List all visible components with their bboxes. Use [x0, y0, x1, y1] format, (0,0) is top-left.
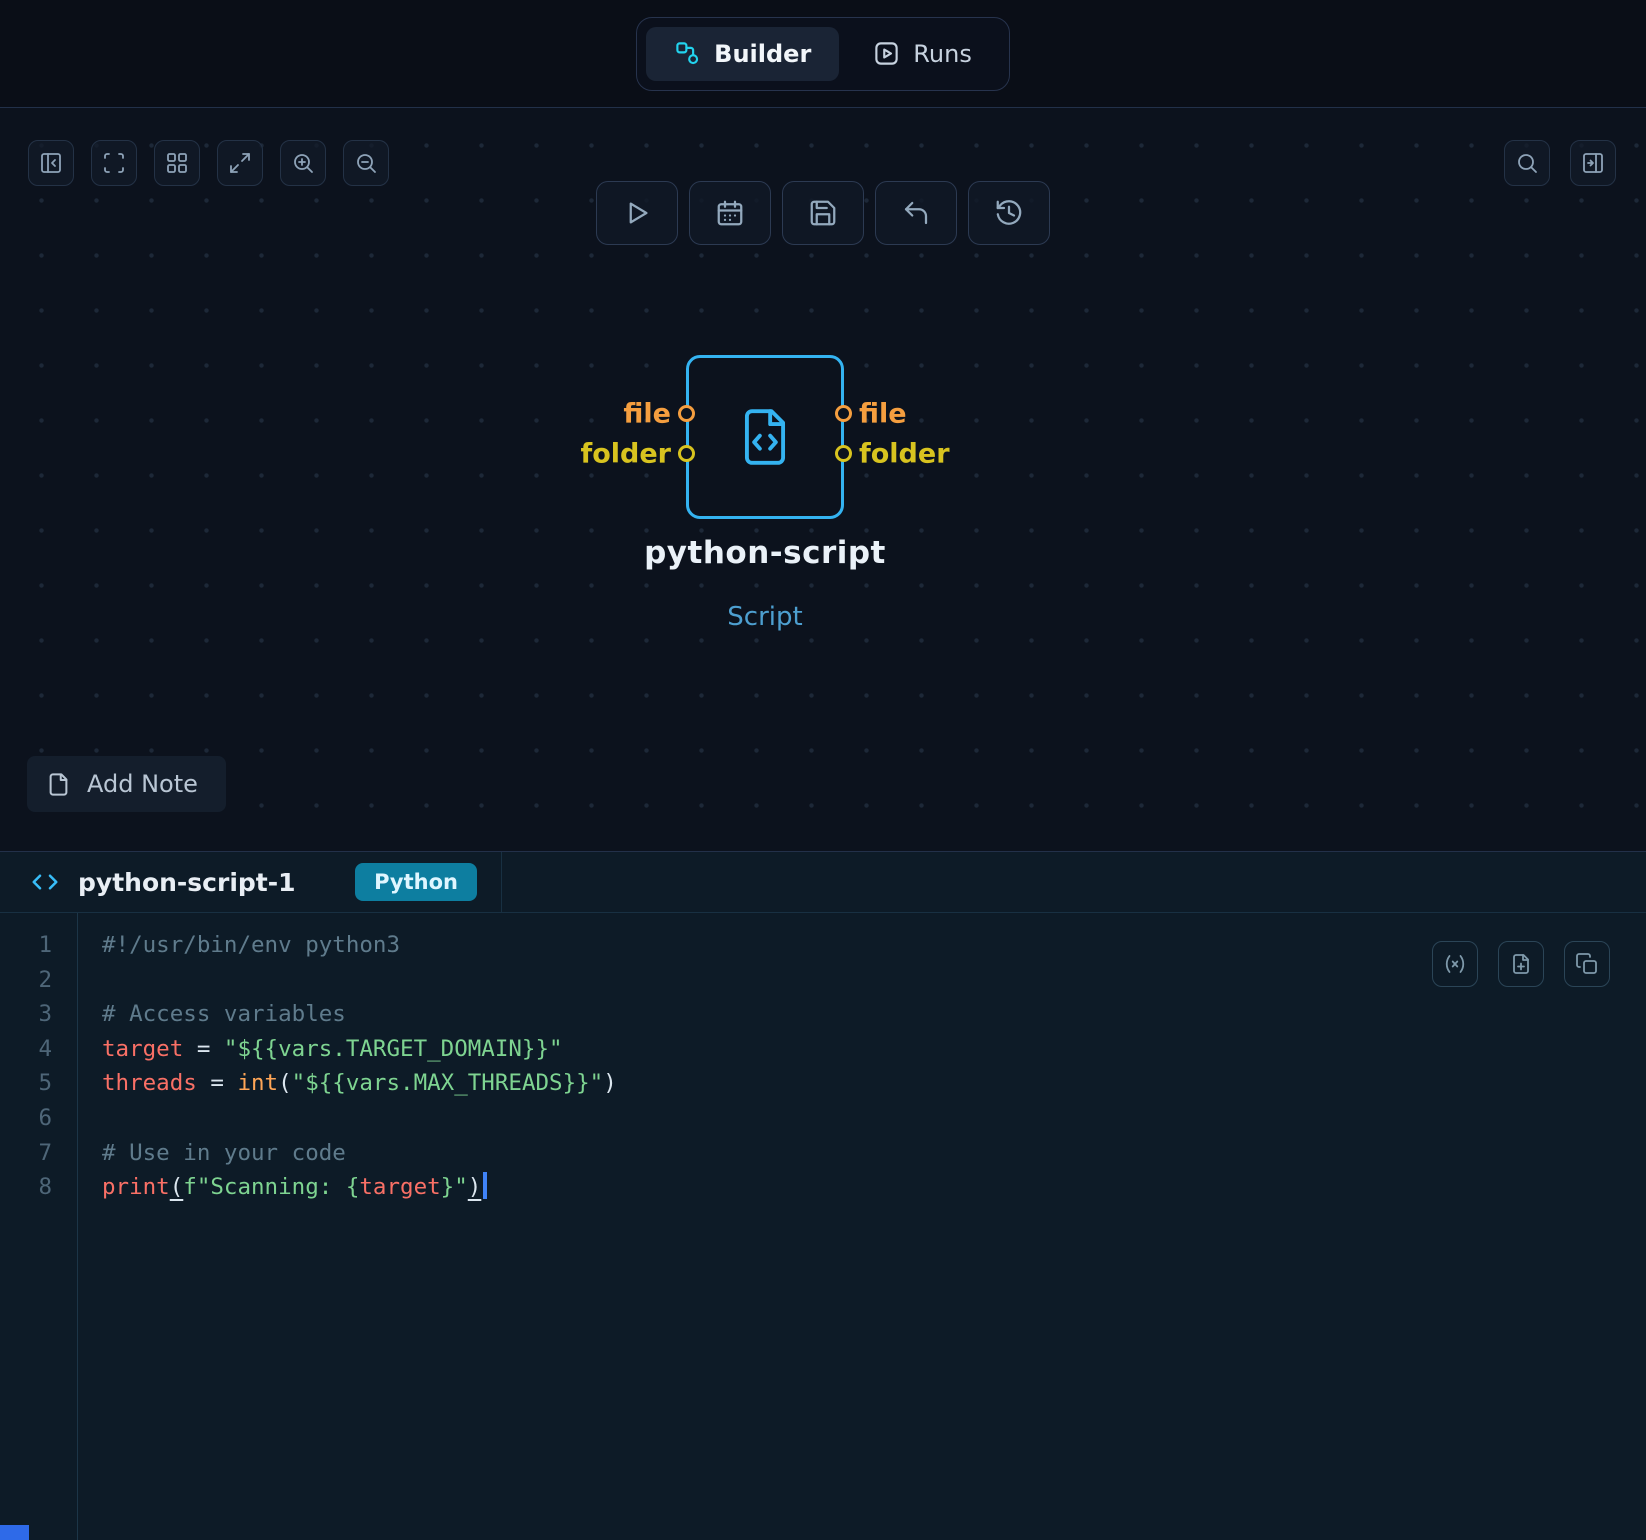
- insert-file-button[interactable]: [1498, 941, 1544, 987]
- editor-node-title: python-script-1: [78, 867, 296, 897]
- run-icon: [629, 202, 648, 224]
- workflow-icon: [676, 42, 699, 65]
- zoom-out-icon: [357, 154, 376, 173]
- line-number: 5: [38, 1070, 52, 1097]
- open-right-panel-icon: [1583, 153, 1603, 173]
- line-number: 6: [38, 1104, 52, 1131]
- output-port-folder[interactable]: [835, 445, 852, 462]
- save-icon: [810, 200, 836, 226]
- layout-grid-icon: [167, 153, 187, 173]
- top-bar: Builder Runs: [0, 0, 1646, 107]
- search-icon: [1518, 154, 1537, 173]
- variables-icon: [1445, 955, 1465, 973]
- note-icon: [49, 772, 68, 796]
- view-tab-switcher: Builder Runs: [636, 16, 1010, 91]
- editor-header: python-script-1 Python: [0, 852, 1646, 913]
- zoom-in-button[interactable]: [280, 140, 326, 186]
- line-number: 2: [38, 966, 52, 993]
- canvas-toolbar-right: [1504, 140, 1616, 186]
- line-number: 8: [38, 1174, 52, 1201]
- tab-runs-label: Runs: [913, 39, 972, 68]
- code-icon: [32, 874, 58, 890]
- variables-button[interactable]: [1432, 941, 1478, 987]
- code-line[interactable]: target = "${{vars.TARGET_DOMAIN}}": [102, 1032, 617, 1067]
- line-number-gutter: 1 2 3 4 5 6 7 8: [0, 913, 78, 1540]
- input-port-folder[interactable]: [678, 445, 695, 462]
- editor-actions: [1432, 941, 1610, 987]
- code-line[interactable]: # Access variables: [102, 997, 617, 1032]
- schedule-button[interactable]: [689, 181, 771, 245]
- open-right-panel-button[interactable]: [1570, 140, 1616, 186]
- undo-button[interactable]: [875, 181, 957, 245]
- fit-frame-button[interactable]: [91, 140, 137, 186]
- code-editor-panel: python-script-1 Python 1 2 3 4 5 6 7 8 #!/usr/b…: [0, 852, 1646, 1540]
- output-port-file[interactable]: [835, 405, 852, 422]
- horizontal-scrollbar-thumb[interactable]: [0, 1525, 29, 1540]
- tab-builder[interactable]: Builder: [646, 26, 840, 81]
- copy-button[interactable]: [1564, 941, 1610, 987]
- input-port-label-folder: folder: [580, 438, 671, 470]
- app-root: Builder Runs file folder file folder pyt…: [0, 0, 1646, 1540]
- code-line[interactable]: # Use in your code: [102, 1136, 617, 1171]
- add-note-button[interactable]: Add Note: [27, 756, 226, 812]
- file-code-icon: [744, 409, 786, 465]
- code-line[interactable]: [102, 963, 617, 998]
- text-cursor: [483, 1172, 487, 1200]
- code-area[interactable]: 1 2 3 4 5 6 7 8 #!/usr/bin/env python3 # Access…: [0, 913, 1646, 1540]
- collapse-panel-left-icon: [41, 153, 61, 173]
- code-line[interactable]: #!/usr/bin/env python3: [102, 928, 617, 963]
- expand-view-button[interactable]: [217, 140, 263, 186]
- workflow-action-toolbar: [596, 181, 1050, 245]
- zoom-out-button[interactable]: [343, 140, 389, 186]
- layout-grid-button[interactable]: [154, 140, 200, 186]
- undo-icon: [904, 201, 928, 225]
- output-port-label-file: file: [859, 398, 907, 430]
- editor-header-left: python-script-1 Python: [0, 852, 502, 912]
- calendar-icon: [717, 200, 743, 226]
- output-port-label-folder: folder: [859, 438, 950, 470]
- file-plus-icon: [1513, 954, 1529, 974]
- workflow-canvas[interactable]: file folder file folder python-script Sc…: [0, 107, 1646, 852]
- node-python-script[interactable]: file folder file folder: [580, 355, 950, 519]
- code-line[interactable]: print(f"Scanning: {target}"): [102, 1170, 617, 1205]
- tab-runs[interactable]: Runs: [845, 27, 1000, 81]
- save-button[interactable]: [782, 181, 864, 245]
- tab-builder-label: Builder: [714, 39, 812, 68]
- history-icon: [996, 200, 1022, 225]
- collapse-panel-left-button[interactable]: [28, 140, 74, 186]
- input-port-file[interactable]: [678, 405, 695, 422]
- code-line[interactable]: threads = int("${{vars.MAX_THREADS}}"): [102, 1066, 617, 1101]
- play-square-icon: [875, 42, 898, 65]
- copy-icon: [1576, 953, 1597, 974]
- add-note-label: Add Note: [87, 770, 198, 798]
- canvas-toolbar-left: [28, 140, 389, 186]
- code-content[interactable]: #!/usr/bin/env python3 # Access variable…: [78, 913, 617, 1540]
- language-badge: Python: [355, 863, 477, 901]
- line-number: 4: [38, 1035, 52, 1062]
- search-button[interactable]: [1504, 140, 1550, 186]
- line-number: 3: [38, 1001, 52, 1028]
- line-number: 1: [38, 932, 52, 958]
- line-number: 7: [38, 1139, 52, 1166]
- node-subtitle: Script: [727, 602, 803, 632]
- code-line[interactable]: [102, 1101, 617, 1136]
- zoom-in-icon: [294, 154, 313, 173]
- node-title: python-script: [644, 535, 886, 571]
- fit-frame-icon: [104, 153, 124, 173]
- expand-view-icon: [230, 153, 250, 173]
- run-button[interactable]: [596, 181, 678, 245]
- input-port-label-file: file: [623, 398, 671, 430]
- history-button[interactable]: [968, 181, 1050, 245]
